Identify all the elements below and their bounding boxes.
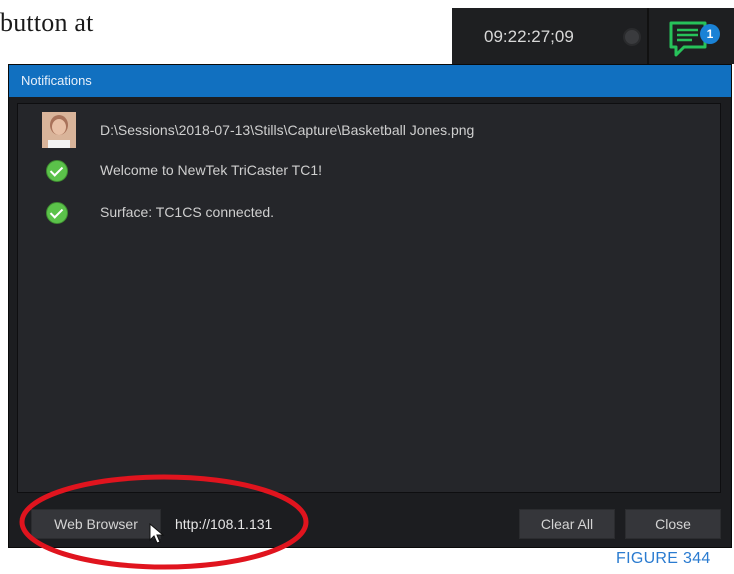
document-text: button at (0, 8, 94, 37)
notification-text: D:\Sessions\2018-07-13\Stills\Capture\Ba… (100, 122, 475, 138)
timecode-display: 09:22:27;09 (484, 27, 574, 46)
window-footer: Web Browser http://108.1.131 Clear All C… (9, 499, 731, 547)
web-browser-button[interactable]: Web Browser (31, 509, 161, 539)
user-thumbnail (42, 112, 76, 148)
notification-text: Surface: TC1CS connected. (100, 204, 275, 220)
window-title: Notifications (21, 73, 92, 88)
mouse-cursor-icon (149, 523, 165, 544)
close-button[interactable]: Close (625, 509, 721, 539)
list-item[interactable]: D:\Sessions\2018-07-13\Stills\Capture\Ba… (18, 112, 720, 152)
list-item[interactable]: Surface: TC1CS connected. (18, 194, 720, 234)
check-circle-icon (46, 202, 68, 224)
window-titlebar: Notifications (9, 65, 731, 97)
list-item[interactable]: Welcome to NewTek TriCaster TC1! (18, 152, 720, 192)
notification-count-badge: 1 (700, 24, 720, 44)
notification-list: D:\Sessions\2018-07-13\Stills\Capture\Ba… (17, 103, 721, 493)
clear-all-button[interactable]: Clear All (519, 509, 615, 539)
notifications-button[interactable]: 1 (662, 16, 722, 60)
notifications-window: Notifications D:\Sessions\2018-07-13\Sti… (8, 64, 732, 548)
url-text: http://108.1.131 (175, 516, 273, 532)
toolbar-divider (647, 8, 649, 64)
notification-text: Welcome to NewTek TriCaster TC1! (100, 162, 322, 178)
check-circle-icon (46, 160, 68, 182)
figure-label: FIGURE 344 (616, 550, 711, 567)
gear-icon[interactable] (623, 28, 641, 46)
